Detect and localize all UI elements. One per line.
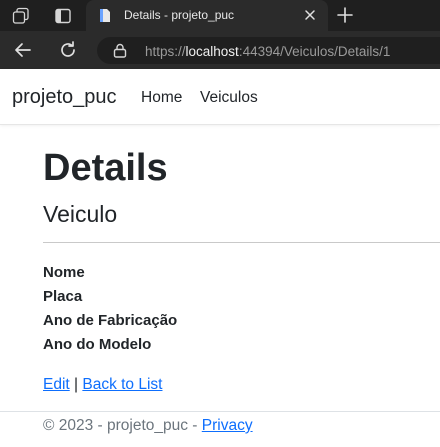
site-footer: © 2023 - projeto_puc - Privacy	[43, 417, 253, 435]
nav-link-home[interactable]: Home	[141, 89, 182, 107]
actions-separator: |	[69, 376, 83, 393]
web-page: projeto_puc Home Veiculos Details Veicul…	[0, 69, 440, 447]
site-navbar: projeto_puc Home Veiculos	[0, 69, 440, 125]
divider	[43, 242, 440, 243]
new-tab-icon[interactable]	[336, 6, 354, 24]
tab-actions-icon[interactable]	[52, 5, 74, 27]
browser-toolbar: https://localhost:44394/Veiculos/Details…	[0, 31, 440, 69]
browser-tab-strip: Details - projeto_puc	[0, 0, 440, 31]
field-label-nome: Nome	[43, 264, 85, 281]
url-text[interactable]: https://localhost:44394/Veiculos/Details…	[145, 44, 390, 59]
footer-copyright: © 2023 - projeto_puc -	[43, 417, 202, 434]
refresh-icon[interactable]	[58, 40, 78, 60]
back-arrow-icon[interactable]	[13, 40, 33, 60]
footer-divider	[0, 411, 440, 412]
active-tab[interactable]: Details - projeto_puc	[86, 0, 328, 31]
tab-title: Details - projeto_puc	[124, 8, 235, 22]
workspaces-icon[interactable]	[10, 5, 32, 27]
field-label-ano-fabricacao: Ano de Fabricação	[43, 312, 178, 329]
site-brand-link[interactable]: projeto_puc	[12, 86, 117, 109]
back-to-list-link[interactable]: Back to List	[82, 376, 162, 393]
lock-icon[interactable]	[113, 43, 127, 58]
field-label-placa: Placa	[43, 288, 83, 305]
close-tab-icon[interactable]	[302, 7, 318, 23]
page-favicon-icon	[98, 8, 112, 23]
address-bar[interactable]: https://localhost:44394/Veiculos/Details…	[97, 37, 440, 64]
nav-link-veiculos[interactable]: Veiculos	[200, 89, 258, 107]
edit-link[interactable]: Edit	[43, 376, 70, 393]
field-label-ano-modelo: Ano do Modelo	[43, 336, 152, 353]
privacy-link[interactable]: Privacy	[202, 417, 253, 434]
detail-actions: Edit | Back to List	[43, 376, 162, 394]
entity-subtitle: Veiculo	[43, 201, 118, 227]
page-title: Details	[43, 147, 168, 189]
